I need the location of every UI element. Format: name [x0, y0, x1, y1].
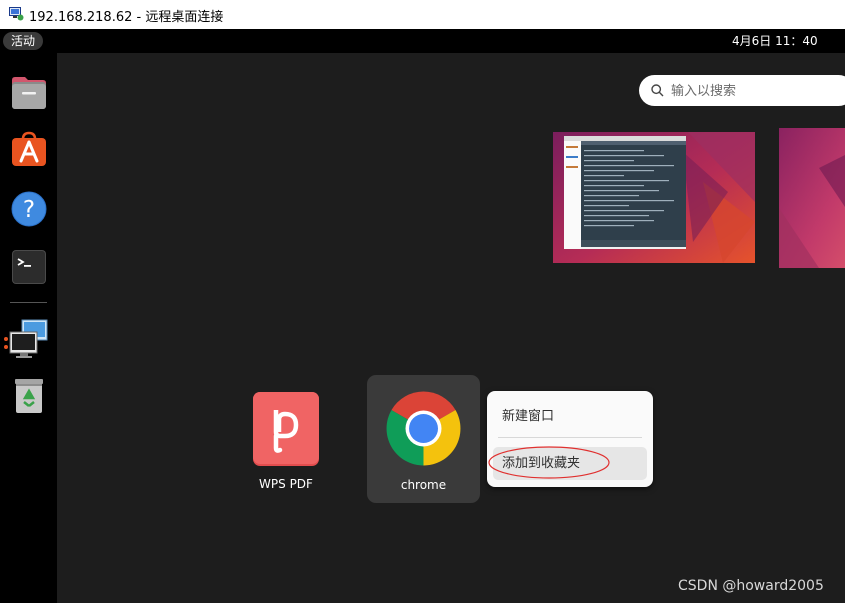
menu-separator — [498, 437, 642, 438]
trash-icon[interactable] — [11, 378, 47, 414]
clock[interactable]: 4月6日 11：40 — [732, 33, 818, 49]
remote-desktop-title-bar: 192.168.218.62 - 远程桌面连接 — [0, 0, 845, 29]
remote-desktop-app-icon — [9, 7, 24, 21]
app-label: WPS PDF — [259, 477, 313, 491]
app-chrome[interactable]: chrome — [367, 375, 480, 503]
watermark: CSDN @howard2005 — [678, 578, 824, 594]
activities-button[interactable]: 活动 — [3, 32, 44, 50]
window-thumbnail[interactable] — [564, 136, 686, 249]
app-wps-pdf[interactable]: WPS PDF — [245, 384, 327, 500]
context-menu: 新建窗口 添加到收藏夹 — [487, 391, 653, 487]
search-input[interactable] — [671, 81, 841, 101]
menu-item-add-to-favorites[interactable]: 添加到收藏夹 — [493, 447, 647, 480]
top-bar: 活动 4月6日 11：40 — [0, 29, 845, 53]
terminal-icon[interactable] — [11, 249, 47, 285]
menu-item-new-window[interactable]: 新建窗口 — [493, 400, 647, 433]
search-icon — [651, 84, 664, 97]
running-indicator — [4, 337, 8, 341]
search-bar[interactable] — [639, 75, 845, 106]
dock-separator — [10, 302, 47, 303]
running-indicator — [4, 345, 8, 349]
app-store-icon[interactable] — [11, 131, 47, 167]
remote-desktop-icon[interactable] — [9, 319, 49, 359]
app-label: chrome — [400, 478, 447, 492]
wps-pdf-icon — [253, 392, 319, 466]
svg-text:?: ? — [23, 197, 35, 223]
help-icon[interactable]: ? — [11, 191, 47, 227]
window-title: 192.168.218.62 - 远程桌面连接 — [29, 10, 224, 25]
chrome-icon — [386, 391, 461, 466]
workspace-wallpaper — [779, 128, 845, 268]
workspace-thumbnail[interactable] — [779, 128, 845, 268]
dock: ? — [0, 53, 57, 603]
file-manager-icon[interactable] — [11, 74, 47, 110]
workspace-thumbnail[interactable] — [553, 132, 755, 263]
